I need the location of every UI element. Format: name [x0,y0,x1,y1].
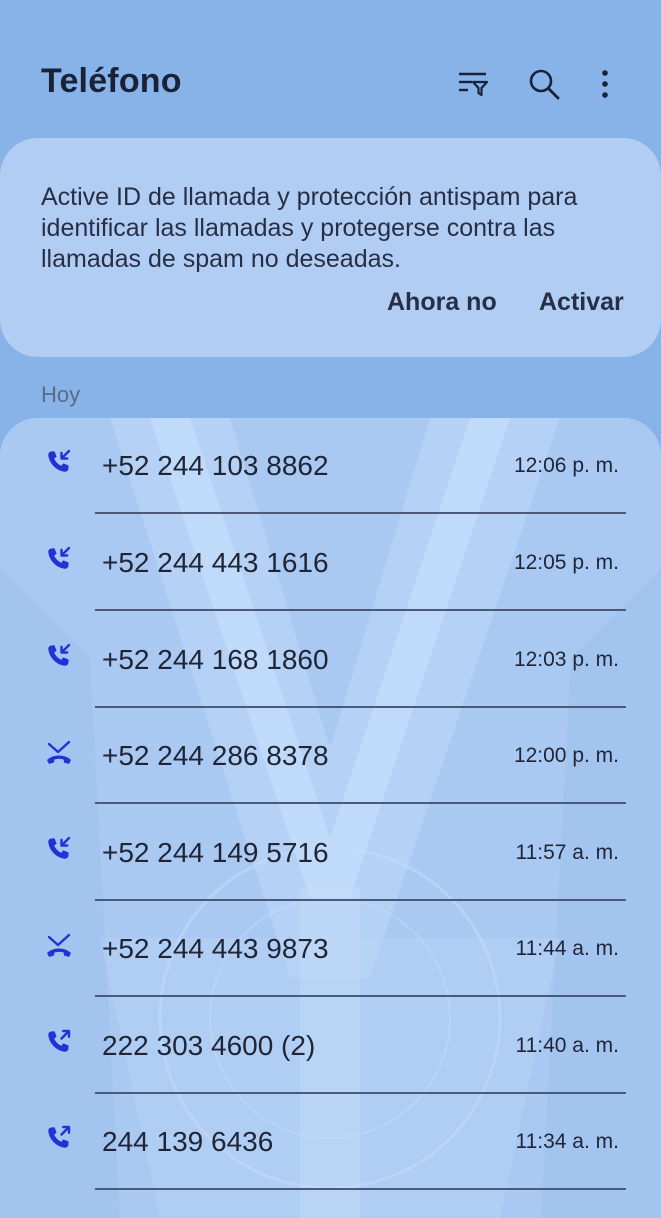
divider [95,512,626,514]
call-row[interactable]: 244 139 6436 11:34 a. m. [0,1094,661,1190]
phone-number: +52 244 168 1860 [102,644,329,675]
phone-number: 222 303 4600 (2) [102,1030,316,1061]
call-time: 11:57 a. m. [515,841,619,864]
more-options-icon[interactable] [583,62,627,106]
call-time: 11:40 a. m. [515,1034,619,1057]
missed-call-icon [47,933,71,957]
phone-number: +52 244 103 8862 [102,450,329,481]
call-row[interactable]: +52 244 149 5716 11:57 a. m. [0,805,661,901]
incoming-call-icon [48,449,71,472]
app-title: Teléfono [41,62,182,100]
call-row[interactable]: 222 303 4600 (2) 11:40 a. m. [0,998,661,1094]
call-time: 11:34 a. m. [515,1130,619,1153]
phone-number: +52 244 286 8378 [102,740,329,771]
divider [95,1188,626,1190]
call-log-list: +52 244 103 8862 12:06 p. m. +52 244 443… [0,418,661,1218]
incoming-call-icon [48,836,71,859]
divider [95,995,626,997]
call-row[interactable]: +52 244 443 1616 12:05 p. m. [0,515,661,611]
phone-number: +52 244 149 5716 [102,837,329,868]
call-row[interactable]: +52 244 286 8378 12:00 p. m. [0,708,661,804]
spam-protection-banner: Active ID de llamada y protección antisp… [0,138,661,357]
divider [95,802,626,804]
call-time: 12:03 p. m. [513,648,619,671]
missed-call-icon [47,740,71,764]
call-time: 12:00 p. m. [513,744,619,767]
banner-message: Active ID de llamada y protección antisp… [41,183,578,273]
call-row[interactable]: +52 244 168 1860 12:03 p. m. [0,612,661,708]
filter-icon[interactable] [451,62,495,106]
search-icon[interactable] [522,62,566,106]
phone-number: 244 139 6436 [102,1126,274,1157]
call-row[interactable]: +52 244 103 8862 12:06 p. m. [0,418,661,514]
divider [95,609,626,611]
incoming-call-icon [48,643,71,666]
not-now-button[interactable]: Ahora no [387,288,497,317]
incoming-call-icon [48,546,71,569]
call-time: 12:06 p. m. [513,454,619,477]
call-row[interactable]: +52 244 443 9873 11:44 a. m. [0,901,661,997]
section-label-today: Hoy [41,382,81,407]
call-time: 12:05 p. m. [513,551,619,574]
call-time: 11:44 a. m. [515,937,619,960]
outgoing-call-icon [48,1125,71,1148]
phone-number: +52 244 443 1616 [102,547,329,578]
activate-button[interactable]: Activar [539,288,624,317]
outgoing-call-icon [48,1029,71,1052]
phone-number: +52 244 443 9873 [102,933,329,964]
